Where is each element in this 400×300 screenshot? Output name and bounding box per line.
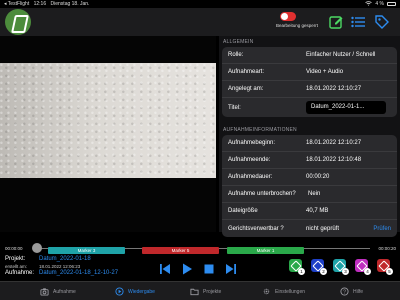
edit-lock-toggle[interactable]	[280, 12, 296, 21]
marker-2-button[interactable]: 2	[311, 259, 327, 275]
folder-icon	[190, 288, 199, 296]
play-icon[interactable]	[181, 262, 193, 275]
tab-hilfe[interactable]: ? Hilfe	[340, 287, 363, 296]
court-row: Gerichtsverwertbar ? nicht geprüft Prüfe…	[222, 220, 397, 237]
time-start: 00:00:00	[5, 246, 23, 251]
row-key: Angelegt am:	[228, 86, 264, 92]
skip-back-icon[interactable]	[159, 262, 171, 274]
tab-bar: Aufnahme Wiedergabe Projekte Einstellung…	[0, 281, 400, 300]
marker-number: 2	[320, 268, 327, 275]
row-key: Aufnahme unterbrochen?	[228, 191, 296, 197]
tab-wiedergabe[interactable]: Wiedergabe	[115, 287, 155, 296]
recording-label: Aufnahme:	[5, 270, 35, 276]
project-label: Projekt:	[5, 256, 26, 262]
row-key: Dateigröße	[228, 208, 258, 214]
time-end: 00:00:20	[378, 246, 396, 251]
recording-section-title: AUFNAHMEINFORMATIONEN	[223, 127, 297, 133]
row-key: Aufnahmeende:	[228, 157, 271, 163]
marker-number: 1	[298, 268, 305, 275]
row-value: 40,7 MB	[306, 208, 329, 214]
general-group: Rolle: Einfacher Nutzer / Schnell Aufnah…	[222, 47, 397, 117]
recording-value[interactable]: Datum_2022-01-18_12-10-27	[39, 270, 118, 276]
top-bar: Bearbeitung gesperrt	[0, 8, 400, 36]
recording-row: Aufnahmebeginn: 18.01.2022 12:10:27	[222, 135, 397, 152]
recording-row: Aufnahmedauer: 00:00:20	[222, 169, 397, 186]
back-to-app-link[interactable]: ◂ TestFlight	[4, 1, 29, 7]
row-key: Aufnahmeart:	[228, 69, 265, 75]
tab-einstellungen[interactable]: Einstellungen	[262, 287, 305, 296]
status-date: Dienstag 18. Jan.	[50, 1, 90, 7]
timeline-scrubber[interactable]	[32, 243, 42, 253]
row-key: Aufnahmedauer:	[228, 174, 273, 180]
row-value: Video + Audio	[306, 69, 344, 75]
skip-forward-icon[interactable]	[225, 262, 237, 274]
recording-group: Aufnahmebeginn: 18.01.2022 12:10:27 Aufn…	[222, 135, 397, 237]
marker-number: 4	[364, 268, 371, 275]
row-value: 18.01.2022 12:10:27	[306, 140, 362, 146]
timeline-marker[interactable]: Marker 3	[48, 247, 125, 254]
row-value: Nein	[308, 191, 321, 197]
recording-row: Aufnahme unterbrochen? Nein	[222, 186, 397, 203]
tab-projekte[interactable]: Projekte	[190, 287, 221, 296]
tab-label: Projekte	[203, 288, 222, 295]
marker-3-button[interactable]: 3	[333, 259, 349, 275]
tab-label: Einstellungen	[275, 288, 306, 295]
timeline-marker[interactable]: Marker 1	[227, 247, 304, 254]
recording-row: Aufnahmeende: 18.01.2022 12:10:48	[222, 152, 397, 169]
row-value: Einfacher Nutzer / Schnell	[306, 52, 376, 58]
tags-icon[interactable]	[374, 14, 390, 30]
list-icon[interactable]	[350, 14, 366, 30]
recording-row: Dateigröße 40,7 MB	[222, 203, 397, 220]
marker-number: 3	[342, 268, 349, 275]
general-row: Angelegt am: 18.01.2022 12:10:27	[222, 81, 397, 98]
timeline: 00:00:00 Marker 3 Marker 5 Marker 1 00:0…	[0, 238, 400, 258]
row-value: 18.01.2022 12:10:27	[306, 86, 362, 92]
edit-lock-label: Bearbeitung gesperrt	[276, 23, 319, 28]
row-value: 00:00:20	[306, 174, 330, 180]
video-player[interactable]	[0, 36, 216, 232]
row-key: Aufnahmebeginn:	[228, 140, 276, 146]
title-row: Titel: Datum_2022-01-1...	[222, 98, 397, 117]
status-left: ◂ TestFlight 12:16 Dienstag 18. Jan.	[4, 1, 92, 7]
check-link[interactable]: Prüfen	[373, 226, 391, 232]
video-frame	[0, 63, 216, 178]
help-icon: ?	[340, 287, 349, 296]
tab-aufnahme[interactable]: Aufnahme	[40, 287, 76, 296]
tab-label: Aufnahme	[53, 288, 76, 295]
row-key: Rolle:	[228, 52, 244, 58]
status-bar: ◂ TestFlight 12:16 Dienstag 18. Jan. 4 %	[0, 0, 400, 8]
created-value: 18.01.2022 12:06:23	[39, 264, 81, 269]
tab-label: Wiedergabe	[128, 288, 155, 295]
marker-5-button[interactable]: 5	[377, 259, 393, 275]
timeline-marker[interactable]: Marker 5	[142, 247, 219, 254]
details-panel: ALLGEMEIN Rolle: Einfacher Nutzer / Schn…	[219, 36, 400, 237]
tab-label: Hilfe	[353, 288, 364, 295]
row-value: 18.01.2022 12:10:48	[306, 157, 362, 163]
created-label: erstellt am:	[5, 264, 28, 269]
general-row: Rolle: Einfacher Nutzer / Schnell	[222, 47, 397, 64]
title-label: Titel:	[228, 104, 241, 111]
marker-number: 5	[386, 268, 393, 275]
court-key: Gerichtsverwertbar ?	[228, 225, 284, 232]
battery-percent: 4 %	[375, 1, 384, 7]
general-row: Aufnahmeart: Video + Audio	[222, 64, 397, 81]
project-value[interactable]: Datum_2022-01-18	[39, 256, 91, 262]
status-time: 12:16	[33, 1, 47, 7]
general-section-title: ALLGEMEIN	[223, 39, 254, 45]
edit-icon[interactable]	[328, 14, 344, 30]
stop-icon[interactable]	[203, 262, 215, 274]
marker-4-button[interactable]: 4	[355, 259, 371, 275]
marker-1-button[interactable]: 1	[289, 259, 305, 275]
court-value: nicht geprüft	[306, 225, 340, 232]
camera-icon	[40, 288, 49, 296]
title-input[interactable]: Datum_2022-01-1...	[306, 101, 386, 114]
svg-text:?: ?	[343, 289, 346, 295]
status-right: 4 %	[365, 0, 396, 8]
wifi-icon	[365, 0, 373, 8]
battery-icon	[387, 2, 396, 6]
app-logo	[5, 9, 31, 35]
play-circle-icon	[115, 287, 124, 296]
gear-icon	[263, 288, 270, 295]
